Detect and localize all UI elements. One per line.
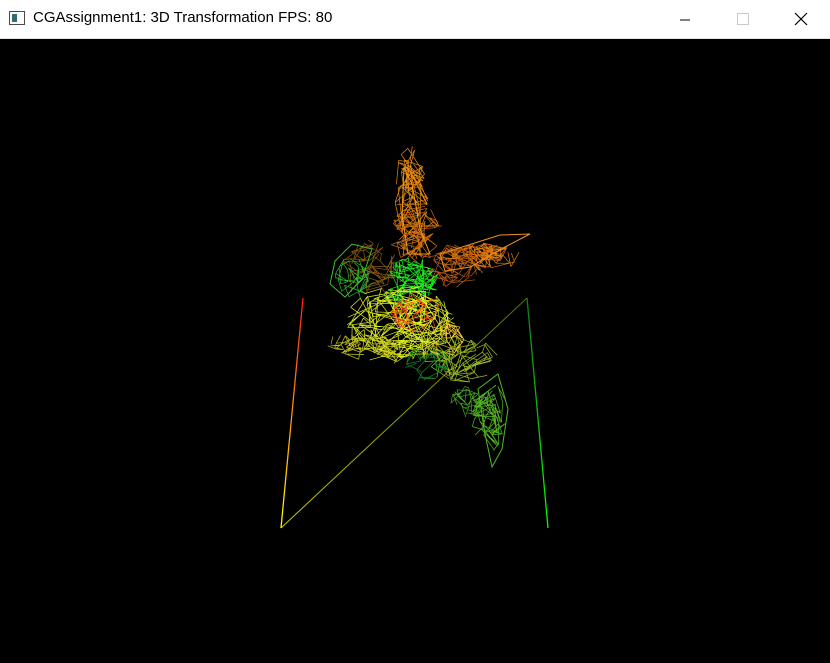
minimize-button[interactable] bbox=[656, 0, 714, 38]
close-icon bbox=[794, 12, 808, 26]
render-canvas[interactable] bbox=[0, 39, 830, 663]
floor-quad bbox=[280, 297, 549, 529]
app-window: CGAssignment1: 3D Transformation FPS: 80 bbox=[0, 0, 830, 663]
mesh-patch bbox=[438, 242, 520, 271]
minimize-icon bbox=[680, 19, 690, 21]
title-bar[interactable]: CGAssignment1: 3D Transformation FPS: 80 bbox=[0, 0, 830, 39]
close-button[interactable] bbox=[772, 0, 830, 38]
app-icon[interactable] bbox=[9, 11, 25, 25]
maximize-button[interactable] bbox=[714, 0, 772, 38]
window-title: CGAssignment1: 3D Transformation FPS: 80 bbox=[33, 9, 333, 26]
wireframe-model bbox=[327, 146, 531, 469]
scene-svg bbox=[280, 146, 549, 529]
maximize-icon bbox=[737, 13, 749, 25]
